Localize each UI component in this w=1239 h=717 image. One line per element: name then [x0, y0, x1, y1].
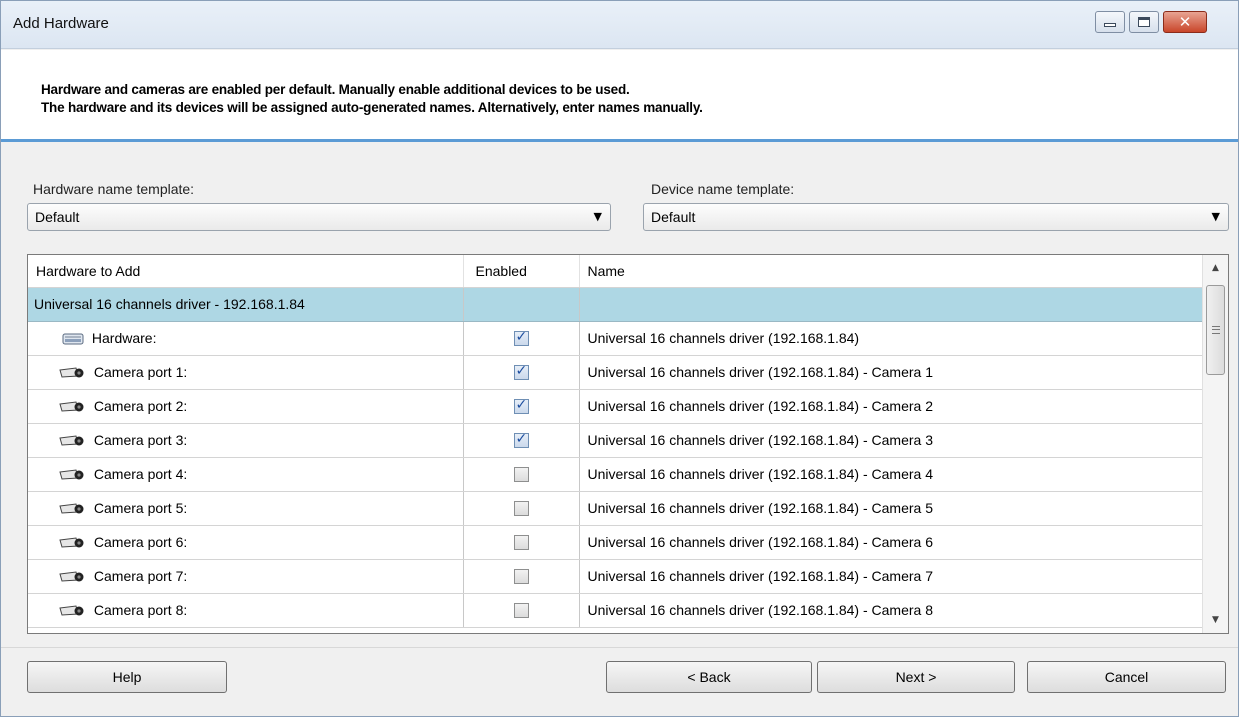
chevron-down-icon: ▼	[1211, 210, 1220, 223]
grid-header-row: Hardware to Add Enabled Name	[28, 255, 1203, 288]
device-name-cell[interactable]: Universal 16 channels driver (192.168.1.…	[579, 321, 1203, 356]
table-row[interactable]: Camera port 6: Universal 16 channels dri…	[28, 525, 1203, 560]
camera-icon	[59, 469, 84, 480]
row-label: Camera port 8:	[93, 601, 188, 618]
device-name-cell[interactable]: Universal 16 channels driver (192.168.1.…	[579, 355, 1203, 390]
device-name-template-select[interactable]: Default ▼	[643, 203, 1229, 231]
enabled-checkbox[interactable]	[513, 397, 529, 415]
table-row[interactable]: Camera port 4: Universal 16 channels dri…	[28, 457, 1203, 492]
enabled-checkbox[interactable]	[513, 467, 529, 483]
row-label: Camera port 3:	[93, 431, 188, 448]
row-label: Camera port 4:	[93, 465, 188, 482]
close-button[interactable]: ✕	[1163, 11, 1207, 33]
table-row[interactable]: Camera port 2: Universal 16 channels dri…	[28, 389, 1203, 424]
enabled-checkbox[interactable]	[513, 535, 529, 551]
close-icon: ✕	[1178, 12, 1192, 31]
table-row[interactable]: Camera port 3: Universal 16 channels dri…	[28, 423, 1203, 458]
enabled-checkbox[interactable]	[513, 501, 529, 517]
device-name-cell[interactable]: Universal 16 channels driver (192.168.1.…	[579, 559, 1203, 594]
instruction-line-1: Hardware and cameras are enabled per def…	[41, 82, 630, 97]
camera-icon	[59, 537, 84, 548]
device-name-cell[interactable]: Universal 16 channels driver (192.168.1.…	[579, 525, 1203, 560]
enabled-checkbox[interactable]	[513, 431, 529, 449]
hardware-name-template-select[interactable]: Default ▼	[27, 203, 611, 231]
column-header-enabled[interactable]: Enabled	[463, 255, 580, 288]
camera-icon	[59, 435, 84, 446]
table-row[interactable]: Camera port 8: Universal 16 channels dri…	[28, 593, 1203, 628]
scroll-up-icon[interactable]: ▲	[1203, 257, 1228, 279]
camera-icon	[59, 401, 84, 412]
column-header-hardware[interactable]: Hardware to Add	[28, 255, 464, 288]
enabled-checkbox[interactable]	[513, 329, 529, 347]
window-title: Add Hardware	[13, 15, 109, 32]
instruction-line-2: The hardware and its devices will be ass…	[41, 100, 703, 115]
row-label: Hardware:	[91, 329, 157, 346]
maximize-icon	[1138, 17, 1150, 27]
hardware-name-template-label: Hardware name template:	[33, 181, 195, 197]
instructions-panel: Hardware and cameras are enabled per def…	[1, 50, 1238, 142]
row-label: Camera port 1:	[93, 363, 188, 380]
device-name-cell[interactable]: Universal 16 channels driver (192.168.1.…	[579, 457, 1203, 492]
device-name-cell[interactable]: Universal 16 channels driver (192.168.1.…	[579, 593, 1203, 628]
row-label: Camera port 2:	[93, 397, 188, 414]
table-row[interactable]: Camera port 5: Universal 16 channels dri…	[28, 491, 1203, 526]
table-row[interactable]: Camera port 7: Universal 16 channels dri…	[28, 559, 1203, 594]
footer-divider	[1, 647, 1238, 648]
scroll-thumb[interactable]	[1206, 285, 1225, 375]
vertical-scrollbar[interactable]: ▲ ▼	[1202, 255, 1228, 633]
device-name-template-label: Device name template:	[651, 181, 795, 197]
row-label: Camera port 5:	[93, 499, 188, 516]
scroll-down-icon[interactable]: ▼	[1203, 609, 1228, 631]
row-label: Camera port 7:	[93, 567, 188, 584]
device-name-cell[interactable]: Universal 16 channels driver (192.168.1.…	[579, 491, 1203, 526]
camera-icon	[59, 571, 84, 582]
group-row[interactable]: Universal 16 channels driver - 192.168.1…	[28, 287, 1203, 322]
enabled-checkbox[interactable]	[513, 569, 529, 585]
hardware-icon	[62, 333, 84, 345]
camera-icon	[59, 503, 84, 514]
chevron-down-icon: ▼	[593, 210, 602, 223]
table-row[interactable]: Hardware: Universal 16 channels driver (…	[28, 321, 1203, 356]
camera-icon	[59, 367, 84, 378]
minimize-button[interactable]	[1095, 11, 1125, 33]
device-name-cell[interactable]: Universal 16 channels driver (192.168.1.…	[579, 423, 1203, 458]
hardware-grid: Hardware to Add Enabled Name Universal 1…	[27, 254, 1229, 634]
hardware-name-template-value: Default	[35, 209, 80, 225]
camera-icon	[59, 605, 84, 616]
help-button[interactable]: Help	[27, 661, 227, 693]
device-name-template-value: Default	[651, 209, 696, 225]
row-label: Camera port 6:	[93, 533, 188, 550]
title-bar: Add Hardware ✕	[1, 1, 1238, 49]
cancel-button[interactable]: Cancel	[1027, 661, 1226, 693]
enabled-checkbox[interactable]	[513, 363, 529, 381]
next-button[interactable]: Next >	[817, 661, 1015, 693]
back-button[interactable]: < Back	[606, 661, 812, 693]
grip-icon	[1212, 326, 1220, 334]
device-name-cell[interactable]: Universal 16 channels driver (192.168.1.…	[579, 389, 1203, 424]
maximize-button[interactable]	[1129, 11, 1159, 33]
group-label: Universal 16 channels driver - 192.168.1…	[28, 287, 464, 322]
column-header-name[interactable]: Name	[579, 255, 1203, 288]
add-hardware-dialog: Add Hardware ✕ Hardware and cameras are …	[0, 0, 1239, 717]
minimize-icon	[1104, 23, 1116, 27]
enabled-checkbox[interactable]	[513, 603, 529, 619]
table-row[interactable]: Camera port 1: Universal 16 channels dri…	[28, 355, 1203, 390]
